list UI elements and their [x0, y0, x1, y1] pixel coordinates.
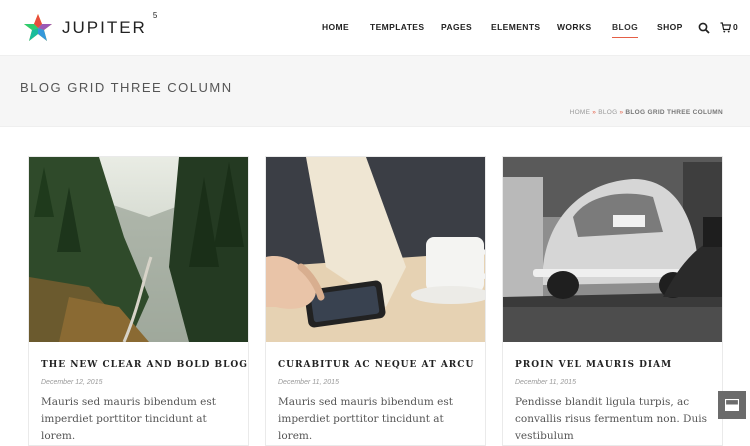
breadcrumb-separator: » — [619, 109, 624, 116]
breadcrumb-blog[interactable]: BLOG — [598, 109, 617, 116]
blog-post-card: PROIN VEL MAURIS DIAM December 11, 2015 … — [502, 156, 723, 446]
site-header: JUPITER5 HOME TEMPLATES PAGES ELEMENTS W… — [0, 0, 750, 56]
post-thumbnail-phone[interactable] — [266, 157, 485, 342]
search-icon[interactable] — [698, 22, 710, 34]
contact-float-button[interactable] — [718, 391, 746, 419]
breadcrumb-current: BLOG GRID THREE COLUMN — [625, 109, 723, 116]
cart-count: 0 — [733, 22, 738, 32]
breadcrumb-home[interactable]: HOME — [570, 109, 591, 116]
nav-works[interactable]: WORKS — [557, 22, 592, 32]
post-title[interactable]: CURABITUR AC NEQUE AT ARCU — [278, 360, 474, 370]
post-date: December 12, 2015 — [41, 379, 103, 386]
breadcrumb-separator: » — [592, 109, 597, 116]
cart-icon — [720, 22, 732, 33]
page-title-band: BLOG GRID THREE COLUMN HOME» BLOG» BLOG GR… — [0, 56, 750, 127]
blog-post-card: CURABITUR AC NEQUE AT ARCU December 11, … — [265, 156, 486, 446]
blog-post-card: THE NEW CLEAR AND BOLD BLOG December 12,… — [28, 156, 249, 446]
post-excerpt: Pendisse blandit ligula turpis, ac conva… — [515, 396, 707, 442]
nav-blog[interactable]: BLOG — [612, 22, 639, 38]
mail-icon — [725, 399, 739, 411]
nav-shop[interactable]: SHOP — [657, 22, 683, 32]
post-date: December 11, 2015 — [515, 379, 576, 386]
post-excerpt: Mauris sed mauris bibendum est imperdiet… — [278, 396, 453, 442]
page-title: BLOG GRID THREE COLUMN — [20, 80, 233, 95]
nav-elements[interactable]: ELEMENTS — [491, 22, 540, 32]
nav-pages[interactable]: PAGES — [441, 22, 472, 32]
nav-templates[interactable]: TEMPLATES — [370, 22, 424, 32]
cart-button[interactable]: 0 — [720, 22, 738, 34]
post-thumbnail-forest[interactable] — [29, 157, 248, 342]
post-excerpt: Mauris sed mauris bibendum est imperdiet… — [41, 396, 216, 442]
breadcrumb: HOME» BLOG» BLOG GRID THREE COLUMN — [570, 109, 723, 116]
post-title[interactable]: PROIN VEL MAURIS DIAM — [515, 360, 672, 370]
main-nav: HOME TEMPLATES PAGES ELEMENTS WORKS BLOG… — [0, 22, 750, 38]
nav-home[interactable]: HOME — [322, 22, 349, 32]
post-title[interactable]: THE NEW CLEAR AND BOLD BLOG — [41, 360, 248, 370]
post-date: December 11, 2015 — [278, 379, 339, 386]
post-thumbnail-car[interactable] — [503, 157, 722, 342]
brand-version: 5 — [152, 11, 158, 21]
